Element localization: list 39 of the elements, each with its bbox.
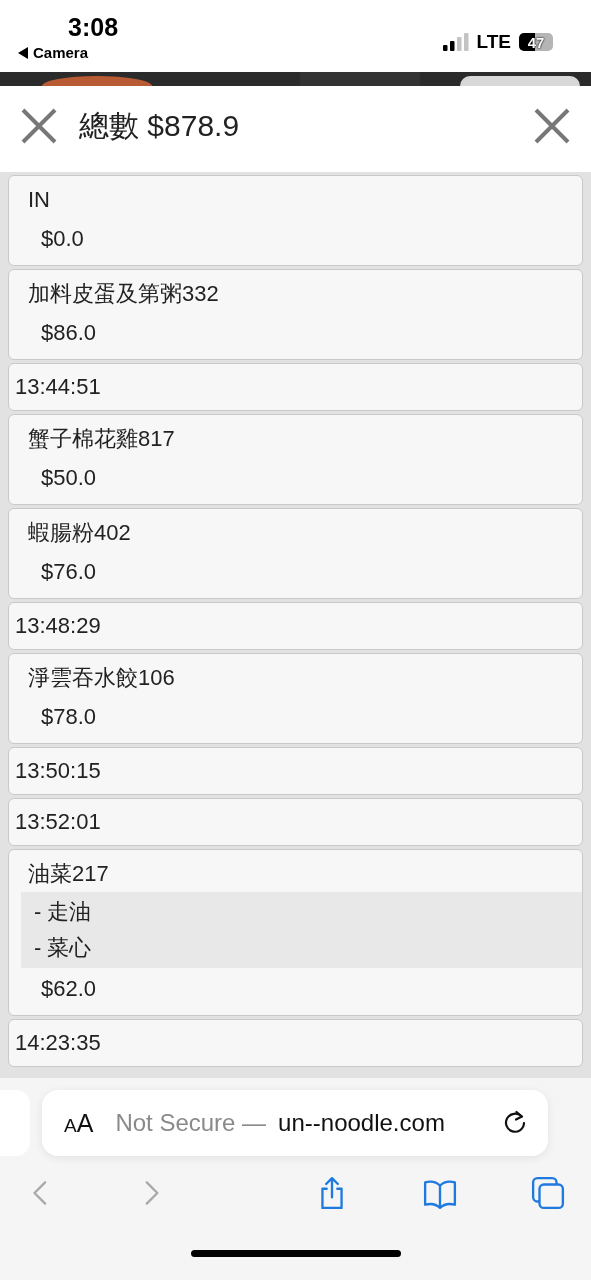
timestamp-row[interactable]: 13:52:01 bbox=[8, 798, 583, 846]
item-price: $0.0 bbox=[40, 225, 85, 253]
item-name: 加料皮蛋及第粥332 bbox=[27, 280, 220, 308]
network-label: LTE bbox=[476, 31, 511, 53]
order-item-card[interactable]: 加料皮蛋及第粥332 $86.0 bbox=[8, 269, 583, 360]
text-size-button[interactable]: AA bbox=[64, 1108, 94, 1138]
domain-text: un--noodle.com bbox=[278, 1109, 445, 1137]
item-price: $62.0 bbox=[40, 975, 98, 1003]
order-item-card[interactable]: IN $0.0 bbox=[8, 175, 583, 266]
item-price: $78.0 bbox=[40, 703, 98, 731]
close-button[interactable] bbox=[19, 106, 59, 146]
address-bar[interactable]: AA Not Secure — un--noodle.com bbox=[42, 1090, 548, 1156]
back-to-app-link[interactable]: Camera bbox=[33, 44, 89, 61]
back-arrow-icon[interactable] bbox=[18, 46, 28, 59]
status-time: 3:08 bbox=[68, 12, 119, 42]
item-modifier: - 菜心 bbox=[33, 934, 93, 962]
item-name: 蟹子棉花雞817 bbox=[27, 425, 176, 453]
timestamp-row[interactable]: 14:23:35 bbox=[8, 1019, 583, 1067]
reload-icon[interactable] bbox=[502, 1110, 528, 1136]
close-button[interactable] bbox=[532, 106, 572, 146]
item-price: $86.0 bbox=[40, 319, 98, 347]
item-price: $50.0 bbox=[40, 464, 98, 492]
signal-icon bbox=[442, 33, 469, 51]
item-name: 淨雲吞水餃106 bbox=[27, 664, 176, 692]
timestamp-row[interactable]: 13:50:15 bbox=[8, 747, 583, 795]
order-item-card[interactable]: 蟹子棉花雞817 $50.0 bbox=[8, 414, 583, 505]
item-name: 油菜217 bbox=[27, 860, 110, 888]
order-item-card[interactable]: 油菜217 - 走油 - 菜心 $62.0 bbox=[8, 849, 583, 1016]
timestamp-row[interactable]: 13:44:51 bbox=[8, 363, 583, 411]
tabs-icon[interactable] bbox=[531, 1176, 565, 1210]
timestamp-row[interactable]: 13:48:29 bbox=[8, 602, 583, 650]
order-item-card[interactable]: 蝦腸粉402 $76.0 bbox=[8, 508, 583, 599]
order-item-card[interactable]: 淨雲吞水餃106 $78.0 bbox=[8, 653, 583, 744]
item-name: IN bbox=[27, 186, 51, 214]
item-price: $76.0 bbox=[40, 558, 98, 586]
security-label: Not Secure — bbox=[115, 1109, 267, 1137]
item-name: 蝦腸粉402 bbox=[27, 519, 132, 547]
total-title: 總數 $878.9 bbox=[79, 107, 241, 144]
item-modifier: - 走油 bbox=[33, 898, 93, 926]
